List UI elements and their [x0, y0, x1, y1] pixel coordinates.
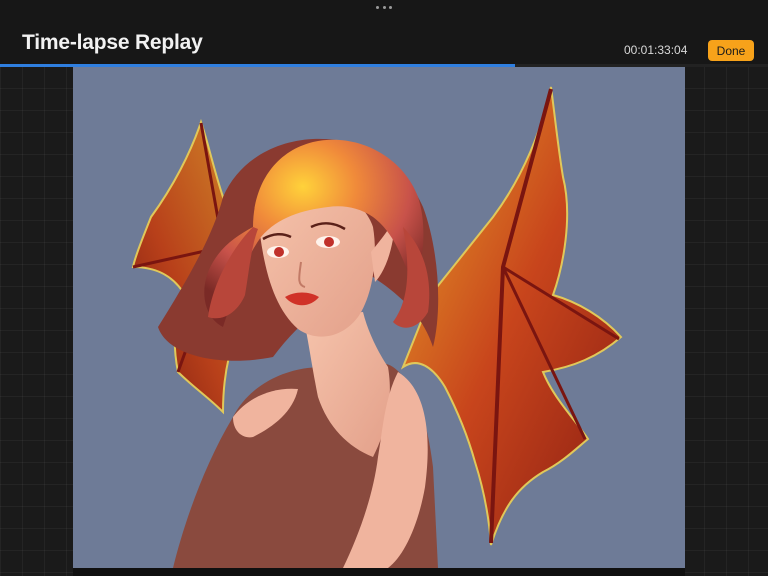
more-dots-icon[interactable] — [376, 4, 392, 10]
top-bar: Time-lapse Replay 00:01:33:04 Done — [0, 0, 768, 64]
artwork-painting — [131, 86, 623, 568]
dot — [382, 5, 386, 9]
timelapse-replay-screen: Time-lapse Replay 00:01:33:04 Done — [0, 0, 768, 576]
done-button[interactable]: Done — [708, 40, 754, 61]
page-title: Time-lapse Replay — [22, 31, 203, 54]
canvas-bottom-edge — [73, 568, 685, 576]
elapsed-time: 00:01:33:04 — [624, 43, 688, 57]
artwork-canvas[interactable] — [73, 67, 685, 568]
dot — [389, 5, 392, 9]
dot — [376, 5, 379, 9]
right-iris — [324, 237, 334, 247]
left-iris — [274, 247, 284, 257]
